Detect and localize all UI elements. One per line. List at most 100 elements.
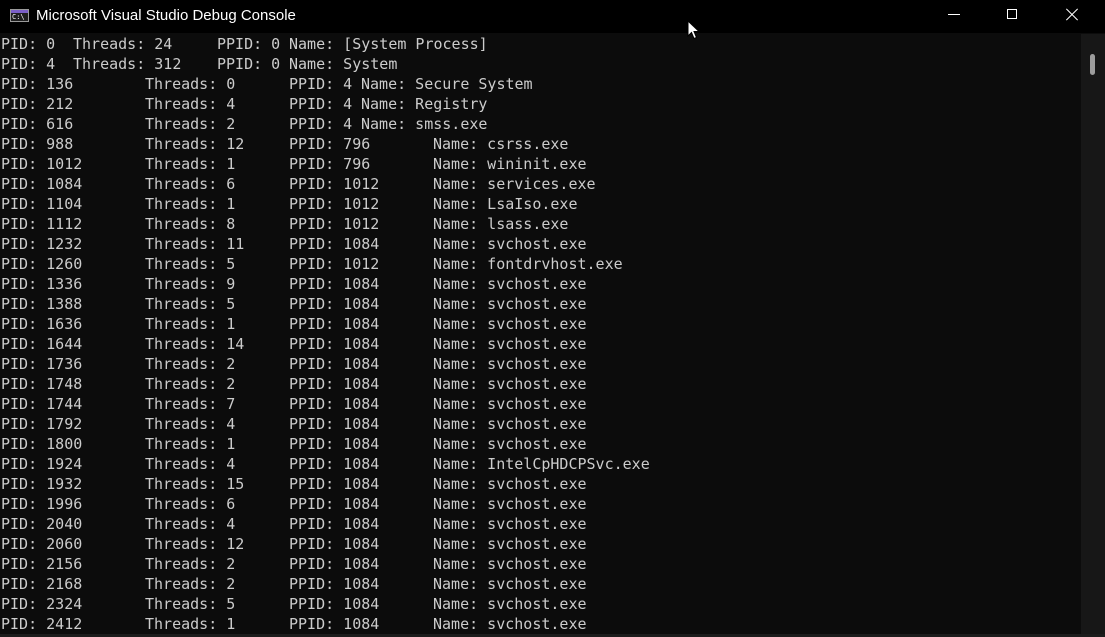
console-ppid-field: PPID: 0 [217,35,281,53]
console-pid-field: PID: 1636 [1,315,83,333]
console-pid-field: PID: 1800 [1,435,83,453]
console-pid-field: PID: 2156 [1,555,83,573]
console-output[interactable]: PID: 0 Threads: 24 PPID: 0 Name: [System Pr… [0,34,1081,637]
console-ppid-field: PPID: 1084 [289,475,380,493]
console-pid-field: PID: 2168 [1,575,83,593]
minimize-button[interactable] [926,0,984,30]
console-threads-field: Threads: 5 [145,295,236,313]
minimize-icon [948,14,960,15]
console-name-field: Name: svchost.exe [433,355,587,373]
console-line: PID: 136 Threads: 0 PPID: 4 Name: Secure Sy… [0,74,1081,94]
debug-console-window: C:\ Microsoft Visual Studio Debug Consol… [0,0,1105,637]
maximize-button[interactable] [984,0,1042,30]
console-ppid-field: PPID: 1084 [289,495,380,513]
console-ppid-field: PPID: 1084 [289,595,380,613]
console-threads-field: Threads: 24 [73,35,173,53]
console-name-field: Name: services.exe [433,175,596,193]
console-name-field: Name: svchost.exe [433,335,587,353]
console-ppid-field: PPID: 1084 [289,615,380,633]
console-pid-field: PID: 1388 [1,295,83,313]
console-pid-field: PID: 1260 [1,255,83,273]
console-threads-field: Threads: 2 [145,575,236,593]
console-threads-field: Threads: 15 [145,475,245,493]
console-name-field: Name: svchost.exe [433,515,587,533]
mouse-pointer-icon [687,20,701,40]
scrollbar-thumb[interactable] [1090,54,1095,75]
console-line: PID: 2060 Threads: 12 PPID: 1084 Name: svch… [0,534,1081,554]
console-pid-field: PID: 2324 [1,595,83,613]
console-line: PID: 616 Threads: 2 PPID: 4 Name: smss.exe [0,114,1081,134]
console-line: PID: 212 Threads: 4 PPID: 4 Name: Registry [0,94,1081,114]
console-threads-field: Threads: 1 [145,195,236,213]
console-pid-field: PID: 1012 [1,155,83,173]
console-name-field: Name: svchost.exe [433,375,587,393]
console-threads-field: Threads: 312 [73,55,182,73]
console-line: PID: 1996 Threads: 6 PPID: 1084 Name: svcho… [0,494,1081,514]
console-ppid-field: PPID: 1084 [289,515,380,533]
console-ppid-field: PPID: 1012 [289,215,380,233]
console-line: PID: 1932 Threads: 15 PPID: 1084 Name: svch… [0,474,1081,494]
console-name-field: Name: svchost.exe [433,235,587,253]
console-threads-field: Threads: 12 [145,535,245,553]
console-line: PID: 1012 Threads: 1 PPID: 796 Name: winini… [0,154,1081,174]
console-line: PID: 2412 Threads: 1 PPID: 1084 Name: svcho… [0,614,1081,634]
console-pid-field: PID: 1084 [1,175,83,193]
console-threads-field: Threads: 8 [145,215,236,233]
console-name-field: Name: svchost.exe [433,555,587,573]
console-line: PID: 1924 Threads: 4 PPID: 1084 Name: Intel… [0,454,1081,474]
console-ppid-field: PPID: 1084 [289,415,380,433]
console-line: PID: 1104 Threads: 1 PPID: 1012 Name: LsaIs… [0,194,1081,214]
console-ppid-field: PPID: 1084 [289,335,380,353]
console-ppid-field: PPID: 796 [289,155,371,173]
console-ppid-field: PPID: 1084 [289,235,380,253]
console-line: PID: 4 Threads: 312 PPID: 0 Name: System [0,54,1081,74]
console-name-field: Name: LsaIso.exe [433,195,578,213]
console-ppid-field: PPID: 1084 [289,395,380,413]
console-ppid-field: PPID: 1084 [289,535,380,553]
console-name-field: Name: svchost.exe [433,495,587,513]
console-app-icon[interactable]: C:\ [10,9,29,22]
console-ppid-field: PPID: 1084 [289,435,380,453]
console-line: PID: 2156 Threads: 2 PPID: 1084 Name: svcho… [0,554,1081,574]
console-pid-field: PID: 1744 [1,395,83,413]
maximize-icon [1007,9,1017,19]
close-button[interactable] [1043,0,1101,30]
console-name-field: Name: svchost.exe [433,275,587,293]
console-name-field: Name: svchost.exe [433,295,587,313]
console-name-field: Name: wininit.exe [433,155,587,173]
console-line: PID: 1260 Threads: 5 PPID: 1012 Name: fontd… [0,254,1081,274]
console-threads-field: Threads: 5 [145,595,236,613]
console-name-field: Name: Registry [361,95,488,113]
console-threads-field: Threads: 4 [145,455,236,473]
console-threads-field: Threads: 14 [145,335,245,353]
console-line: PID: 1232 Threads: 11 PPID: 1084 Name: svch… [0,234,1081,254]
console-threads-field: Threads: 6 [145,495,236,513]
console-line: PID: 2040 Threads: 4 PPID: 1084 Name: svcho… [0,514,1081,534]
console-threads-field: Threads: 12 [145,135,245,153]
console-ppid-field: PPID: 1084 [289,275,380,293]
console-ppid-field: PPID: 1084 [289,455,380,473]
console-ppid-field: PPID: 1084 [289,355,380,373]
console-ppid-field: PPID: 1012 [289,175,380,193]
console-ppid-field: PPID: 0 [217,55,281,73]
console-ppid-field: PPID: 4 [289,95,353,113]
console-line: PID: 1336 Threads: 9 PPID: 1084 Name: svcho… [0,274,1081,294]
console-ppid-field: PPID: 1084 [289,315,380,333]
console-ppid-field: PPID: 796 [289,135,371,153]
console-line: PID: 0 Threads: 24 PPID: 0 Name: [System Pr… [0,34,1081,54]
console-line: PID: 1112 Threads: 8 PPID: 1012 Name: lsass… [0,214,1081,234]
vertical-scrollbar[interactable] [1081,34,1105,634]
console-line: PID: 1736 Threads: 2 PPID: 1084 Name: svcho… [0,354,1081,374]
console-threads-field: Threads: 5 [145,255,236,273]
console-line: PID: 1800 Threads: 1 PPID: 1084 Name: svcho… [0,434,1081,454]
console-pid-field: PID: 616 [1,115,74,133]
console-threads-field: Threads: 6 [145,175,236,193]
console-name-field: Name: fontdrvhost.exe [433,255,623,273]
console-threads-field: Threads: 9 [145,275,236,293]
console-threads-field: Threads: 0 [145,75,236,93]
console-name-field: Name: svchost.exe [433,395,587,413]
title-bar[interactable]: C:\ Microsoft Visual Studio Debug Consol… [0,0,1105,33]
console-pid-field: PID: 1104 [1,195,83,213]
console-name-field: Name: IntelCpHDCPSvc.exe [433,455,650,473]
console-threads-field: Threads: 1 [145,315,236,333]
